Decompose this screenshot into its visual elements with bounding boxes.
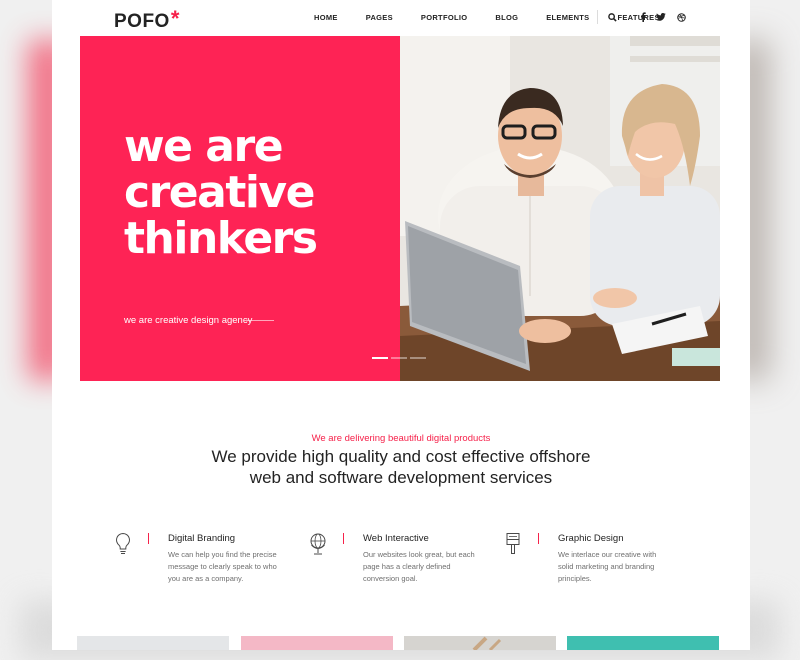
service-digital-branding: Digital Branding We can help you find th… xyxy=(114,530,294,600)
header-divider xyxy=(597,10,598,24)
logo-text: POFO xyxy=(114,11,170,32)
brush-icon xyxy=(506,533,520,554)
nav-item-portfolio[interactable]: PORTFOLIO xyxy=(421,13,467,22)
portfolio-thumb[interactable] xyxy=(77,636,229,650)
portfolio-thumb[interactable] xyxy=(241,636,393,650)
dribbble-icon[interactable] xyxy=(675,11,687,23)
hero-title-line: thinkers xyxy=(124,213,318,264)
service-text: We can help you find the precise message… xyxy=(168,550,277,583)
twitter-icon[interactable] xyxy=(655,11,667,23)
service-graphic-design: Graphic Design We interlace our creative… xyxy=(504,530,684,600)
facebook-icon[interactable] xyxy=(637,11,649,23)
intro-title-line: We provide high quality and cost effecti… xyxy=(211,447,591,466)
slider-dot-active[interactable] xyxy=(372,357,388,359)
page: POFO* HOME PAGES PORTFOLIO BLOG ELEMENTS… xyxy=(52,0,750,652)
site-logo[interactable]: POFO* xyxy=(114,6,180,33)
search-icon[interactable] xyxy=(606,11,618,23)
nav-item-elements[interactable]: ELEMENTS xyxy=(546,13,589,22)
hero-title-line: creative xyxy=(124,167,315,218)
nav-item-pages[interactable]: PAGES xyxy=(366,13,393,22)
service-accent-bar xyxy=(148,533,149,544)
hero-slider: we are creative thinkers we are creative… xyxy=(80,36,720,381)
slider-dots xyxy=(372,357,429,359)
lightbulb-icon xyxy=(116,532,130,554)
service-title: Digital Branding xyxy=(168,533,236,544)
intro-title-line: web and software development services xyxy=(249,468,553,487)
service-web-interactive: Web Interactive Our websites look great,… xyxy=(309,530,489,600)
intro-kicker: We are delivering beautiful digital prod… xyxy=(311,433,491,444)
intro-title: We provide high quality and cost effecti… xyxy=(52,446,750,488)
hero-title-line: we are xyxy=(124,121,284,172)
logo-mark: * xyxy=(170,6,180,31)
site-header: POFO* HOME PAGES PORTFOLIO BLOG ELEMENTS… xyxy=(52,0,750,36)
portfolio-thumb-art xyxy=(472,636,502,652)
globe-icon xyxy=(310,533,326,555)
nav-item-home[interactable]: HOME xyxy=(314,13,338,22)
service-text: We interlace our creative with solid mar… xyxy=(558,550,657,583)
slider-dot[interactable] xyxy=(391,357,407,359)
hero-photo xyxy=(400,36,720,381)
hero-title: we are creative thinkers xyxy=(124,121,318,264)
service-title: Graphic Design xyxy=(558,533,624,544)
service-accent-bar xyxy=(343,533,344,544)
slider-dot[interactable] xyxy=(410,357,426,359)
hero-subtitle: we are creative design agency xyxy=(124,315,253,326)
service-text: Our websites look great, but each page h… xyxy=(363,550,475,583)
service-accent-bar xyxy=(538,533,539,544)
hero-subtitle-rule xyxy=(244,320,274,321)
portfolio-thumb[interactable] xyxy=(567,636,719,650)
nav-item-blog[interactable]: BLOG xyxy=(495,13,518,22)
service-title: Web Interactive xyxy=(363,533,429,544)
main-nav: HOME PAGES PORTFOLIO BLOG ELEMENTS FEATU… xyxy=(314,13,688,22)
portfolio-thumb[interactable] xyxy=(404,636,556,652)
